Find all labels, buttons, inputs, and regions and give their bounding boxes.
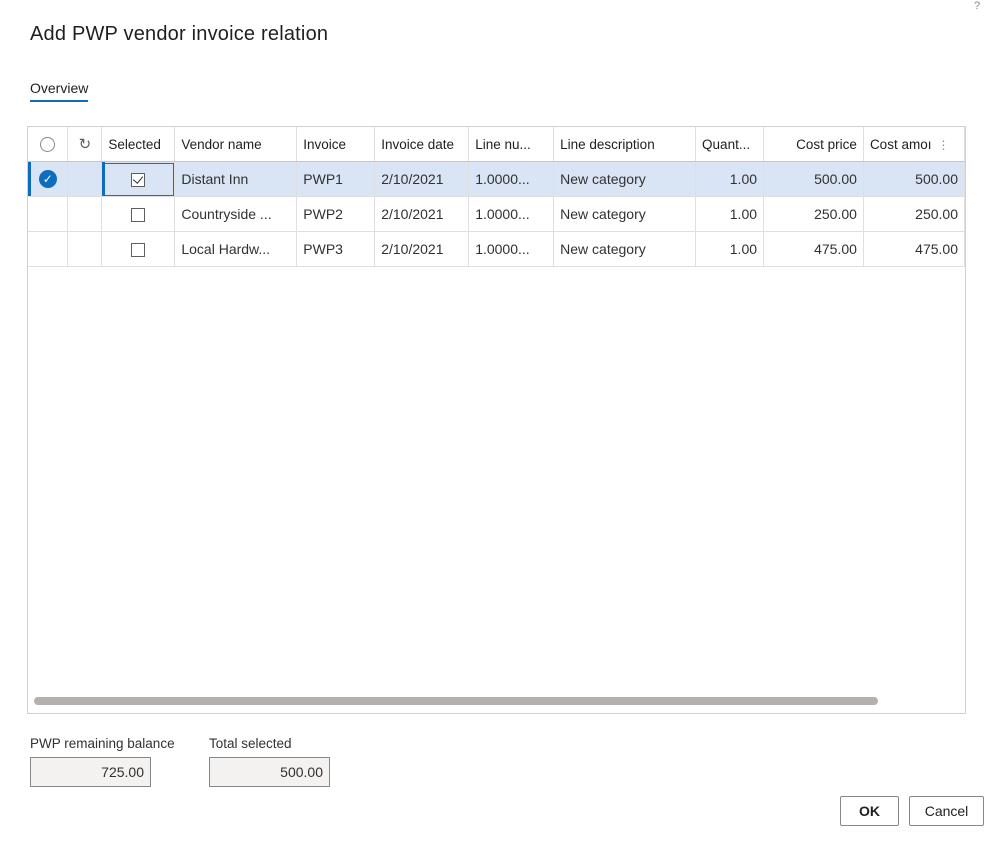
selected-checkbox[interactable] xyxy=(131,243,146,258)
grid-body: ✓ Distant Inn PWP1 2/10/2021 1.0000... New ca… xyxy=(28,161,965,267)
cell-vendor-name[interactable]: Distant Inn xyxy=(174,161,298,197)
row-select-radio[interactable]: ✓ xyxy=(28,161,69,197)
cell-selected[interactable] xyxy=(101,231,176,267)
cell-invoice-date[interactable]: 2/10/2021 xyxy=(374,161,470,197)
row-spacer-cell xyxy=(67,196,103,232)
col-header-line-number[interactable]: Line nu... xyxy=(468,127,555,162)
table-row[interactable]: Countryside ... PWP2 2/10/2021 1.0000... New… xyxy=(28,196,965,232)
cell-cost-price[interactable]: 475.00 xyxy=(763,231,864,267)
cell-selected[interactable] xyxy=(101,196,176,232)
cell-line-number[interactable]: 1.0000... xyxy=(468,161,555,197)
total-selected-field[interactable]: 500.00 xyxy=(209,757,330,787)
remaining-balance-field[interactable]: 725.00 xyxy=(30,757,151,787)
tab-overview[interactable]: Overview xyxy=(30,80,89,102)
cell-cost-amount[interactable]: 250.00 xyxy=(863,196,965,232)
row-select-radio[interactable] xyxy=(28,231,69,267)
cell-cost-price[interactable]: 250.00 xyxy=(763,196,864,232)
col-header-line-description[interactable]: Line description xyxy=(553,127,697,162)
radio-icon xyxy=(40,136,56,152)
header-row: ↻ Selected Vendor name Invoice Invoice d… xyxy=(28,127,965,162)
cell-cost-amount[interactable]: 500.00 xyxy=(863,161,965,197)
col-header-cost-price[interactable]: Cost price xyxy=(763,127,864,162)
row-spacer-cell xyxy=(67,231,103,267)
select-all-radio[interactable] xyxy=(28,127,69,162)
table-row[interactable]: Local Hardw... PWP3 2/10/2021 1.0000... New … xyxy=(28,231,965,267)
cell-vendor-name[interactable]: Local Hardw... xyxy=(174,231,298,267)
cell-line-description[interactable]: New category xyxy=(553,231,697,267)
cell-selected[interactable] xyxy=(101,161,176,197)
horizontal-scrollbar[interactable] xyxy=(34,697,878,705)
selected-checkbox[interactable] xyxy=(131,173,146,188)
row-spacer-cell xyxy=(67,161,103,197)
col-header-selected[interactable]: Selected xyxy=(101,127,176,162)
cell-cost-price[interactable]: 500.00 xyxy=(763,161,864,197)
more-options-icon[interactable]: ⋮ xyxy=(937,138,949,152)
table-row[interactable]: ✓ Distant Inn PWP1 2/10/2021 1.0000... New ca… xyxy=(28,161,965,197)
col-header-vendor-name[interactable]: Vendor name xyxy=(174,127,298,162)
refresh-icon: ↻ xyxy=(78,136,92,153)
refresh-button[interactable]: ↻ xyxy=(67,127,103,162)
cell-invoice-date[interactable]: 2/10/2021 xyxy=(374,231,470,267)
ok-button[interactable]: OK xyxy=(840,796,899,826)
cell-cost-amount[interactable]: 475.00 xyxy=(863,231,965,267)
cell-invoice[interactable]: PWP3 xyxy=(296,231,376,267)
col-header-invoice[interactable]: Invoice xyxy=(296,127,376,162)
cell-vendor-name[interactable]: Countryside ... xyxy=(174,196,298,232)
cell-line-number[interactable]: 1.0000... xyxy=(468,196,555,232)
col-header-quantity[interactable]: Quant... xyxy=(695,127,765,162)
invoice-grid: ↻ Selected Vendor name Invoice Invoice d… xyxy=(27,126,966,714)
col-header-cost-amount[interactable]: Cost amoı ⋮ xyxy=(863,127,965,162)
cell-line-description[interactable]: New category xyxy=(553,161,697,197)
cell-line-number[interactable]: 1.0000... xyxy=(468,231,555,267)
dialog-title: Add PWP vendor invoice relation xyxy=(30,23,329,45)
row-select-radio[interactable] xyxy=(28,196,69,232)
help-icon[interactable]: ? xyxy=(974,0,980,12)
cell-line-description[interactable]: New category xyxy=(553,196,697,232)
selected-checkbox[interactable] xyxy=(131,208,146,223)
cell-quantity[interactable]: 1.00 xyxy=(695,196,765,232)
remaining-balance-label: PWP remaining balance xyxy=(30,736,175,751)
cell-invoice[interactable]: PWP2 xyxy=(296,196,376,232)
cell-quantity[interactable]: 1.00 xyxy=(695,161,765,197)
cell-invoice-date[interactable]: 2/10/2021 xyxy=(374,196,470,232)
cancel-button[interactable]: Cancel xyxy=(909,796,984,826)
col-header-cost-amount-label: Cost amoı xyxy=(869,136,932,152)
total-selected-label: Total selected xyxy=(209,736,292,751)
row-selected-check-icon: ✓ xyxy=(38,170,57,189)
col-header-invoice-date[interactable]: Invoice date xyxy=(374,127,470,162)
cell-invoice[interactable]: PWP1 xyxy=(296,161,376,197)
cell-quantity[interactable]: 1.00 xyxy=(695,231,765,267)
invoice-table: ↻ Selected Vendor name Invoice Invoice d… xyxy=(28,127,965,267)
